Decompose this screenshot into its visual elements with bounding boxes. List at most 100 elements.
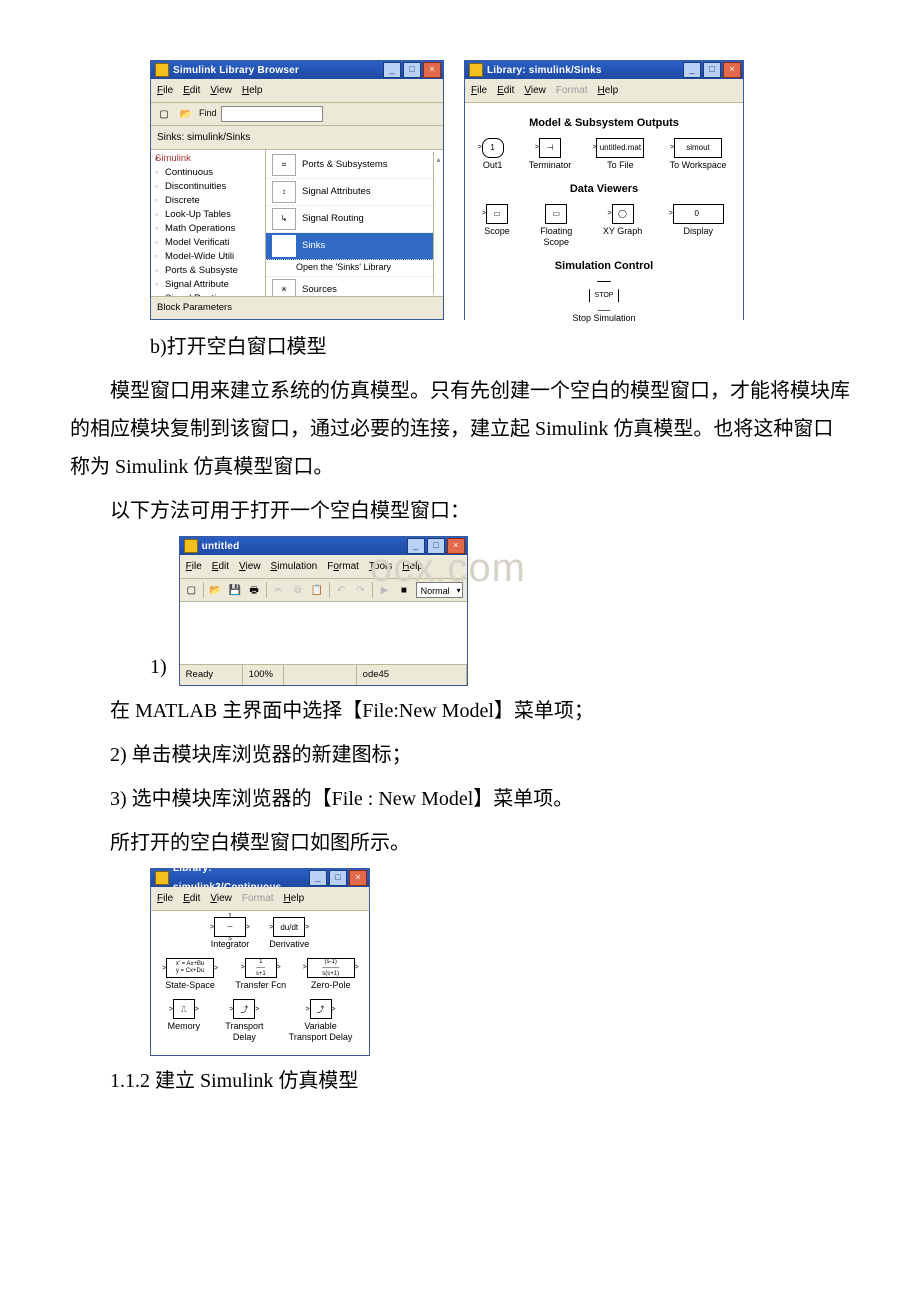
list-item[interactable]: ↳Signal Routing [266,206,433,233]
save-icon[interactable]: 💾 [227,581,242,599]
tree-item[interactable]: Signal Routing [155,292,265,296]
stop-icon[interactable]: ■ [396,581,411,599]
menu-tools[interactable]: Tools [369,557,392,576]
block-transport-delay[interactable]: ⤴Transport Delay [225,999,263,1043]
minimize-button[interactable]: _ [383,62,401,78]
block-stop[interactable]: STOP Stop Simulation [471,281,737,324]
menu-file[interactable]: File [471,81,487,100]
list-item-sinks[interactable]: ◧Sinks [266,233,433,260]
menu-help[interactable]: Help [598,81,619,100]
tree-item[interactable]: Math Operations [155,222,265,236]
undo-icon[interactable]: ↶ [333,581,348,599]
model-canvas[interactable] [180,602,467,664]
menu-format[interactable]: Format [327,557,359,576]
menu-help[interactable]: Help [284,889,305,908]
block-to-file[interactable]: untitled.matTo File [596,138,644,171]
cut-icon[interactable]: ✂ [271,581,286,599]
paragraph: 3) 选中模块库浏览器的【File : New Model】菜单项。 [70,780,850,818]
window-title: Simulink Library Browser [173,61,383,80]
maximize-button[interactable]: □ [703,62,721,78]
list-item-open[interactable]: Open the 'Sinks' Library [266,260,433,277]
block-list: ⌗Ports & Subsystems ↕Signal Attributes ↳… [266,150,443,296]
menu-help[interactable]: Help [242,81,263,100]
menu-edit[interactable]: Edit [183,889,200,908]
tree-item[interactable]: Look-Up Tables [155,208,265,222]
tree-item[interactable]: Continuous [155,166,265,180]
menu-help[interactable]: Help [402,557,423,576]
block-memory[interactable]: ⎍Memory [168,999,201,1043]
menubar: File Edit View Format Help [151,887,369,911]
block-integrator[interactable]: 1─sIntegrator [211,917,250,950]
section-header: Simulation Control [471,256,737,277]
menu-file[interactable]: File [157,889,173,908]
v-scrollbar[interactable]: ▴ [433,152,443,294]
menu-file[interactable]: File [186,557,202,576]
menu-edit[interactable]: Edit [497,81,514,100]
block-icon: ↳ [272,208,296,230]
close-button[interactable]: × [349,870,367,886]
menu-view[interactable]: View [239,557,261,576]
close-button[interactable]: × [447,538,465,554]
find-label: Find [199,105,217,122]
copy-icon[interactable]: ⧉ [290,581,305,599]
paste-icon[interactable]: 📋 [309,581,324,599]
redo-icon[interactable]: ↷ [353,581,368,599]
list-item[interactable]: ✳Sources [266,277,433,296]
tree-item[interactable]: Ports & Subsyste [155,264,265,278]
sinks-library-window: Library: simulink/Sinks _ □ × File Edit … [464,60,744,320]
tree-item[interactable]: Discrete [155,194,265,208]
block-to-workspace[interactable]: simoutTo Workspace [670,138,727,171]
block-floating-scope[interactable]: ▭Floating Scope [540,204,572,248]
block-transfer-fcn[interactable]: 1──s+1Transfer Fcn [235,958,286,991]
maximize-button[interactable]: □ [329,870,347,886]
tree-root[interactable]: Simulink [155,152,265,166]
open-icon[interactable]: 📂 [177,105,195,123]
maximize-button[interactable]: □ [403,62,421,78]
maximize-button[interactable]: □ [427,538,445,554]
paragraph: 以下方法可用于打开一个空白模型窗口： [70,492,850,530]
library-canvas: 1─sIntegrator du/dtDerivative x' = Ax+Bu… [151,911,369,1055]
menu-edit[interactable]: Edit [183,81,200,100]
open-icon[interactable]: 📂 [208,581,223,599]
new-icon[interactable]: ▢ [184,581,199,599]
menu-view[interactable]: View [210,889,232,908]
menu-view[interactable]: View [210,81,232,100]
list-item[interactable]: ⌗Ports & Subsystems [266,152,433,179]
tree-item[interactable]: Model Verificati [155,236,265,250]
app-icon [184,539,198,553]
menu-simulation[interactable]: Simulation [271,557,318,576]
titlebar: Library: simulink3/Continuous _ □ × [151,869,369,887]
block-state-space[interactable]: x' = Ax+Bu y = Cx+DuState-Space [165,958,215,991]
menu-view[interactable]: View [524,81,546,100]
menu-file[interactable]: File [157,81,173,100]
new-icon[interactable]: ▢ [155,105,173,123]
tree-item[interactable]: Model-Wide Utili [155,250,265,264]
block-display[interactable]: 0Display [673,204,724,248]
block-out1[interactable]: 1Out1 [482,138,504,171]
block-derivative[interactable]: du/dtDerivative [269,917,309,950]
menu-edit[interactable]: Edit [212,557,229,576]
block-scope[interactable]: ▭Scope [484,204,510,248]
block-xy-graph[interactable]: ◯XY Graph [603,204,642,248]
titlebar: Simulink Library Browser _ □ × [151,61,443,79]
minimize-button[interactable]: _ [309,870,327,886]
list-item[interactable]: ↕Signal Attributes [266,179,433,206]
play-icon[interactable]: ▶ [377,581,392,599]
paragraph: 2) 单击模块库浏览器的新建图标； [70,736,850,774]
close-button[interactable]: × [723,62,741,78]
path-bar: Sinks: simulink/Sinks [151,126,443,150]
block-zero-pole[interactable]: (s-1)────s(s+1)Zero-Pole [307,958,355,991]
tree-item[interactable]: Discontinuities [155,180,265,194]
minimize-button[interactable]: _ [407,538,425,554]
print-icon[interactable]: 🖶 [246,581,261,599]
close-button[interactable]: × [423,62,441,78]
block-terminator[interactable]: ⊣Terminator [529,138,572,171]
tree-pane[interactable]: Simulink Continuous Discontinuities Disc… [151,150,266,296]
block-variable-transport-delay[interactable]: ⤴Variable Transport Delay [289,999,353,1043]
tree-item[interactable]: Signal Attribute [155,278,265,292]
top-figure-row: Simulink Library Browser _ □ × File Edit… [70,60,850,320]
minimize-button[interactable]: _ [683,62,701,78]
toolbar: ▢ 📂 Find [151,103,443,126]
find-input[interactable] [221,106,323,122]
simulation-mode-combo[interactable]: Normal [416,582,463,598]
